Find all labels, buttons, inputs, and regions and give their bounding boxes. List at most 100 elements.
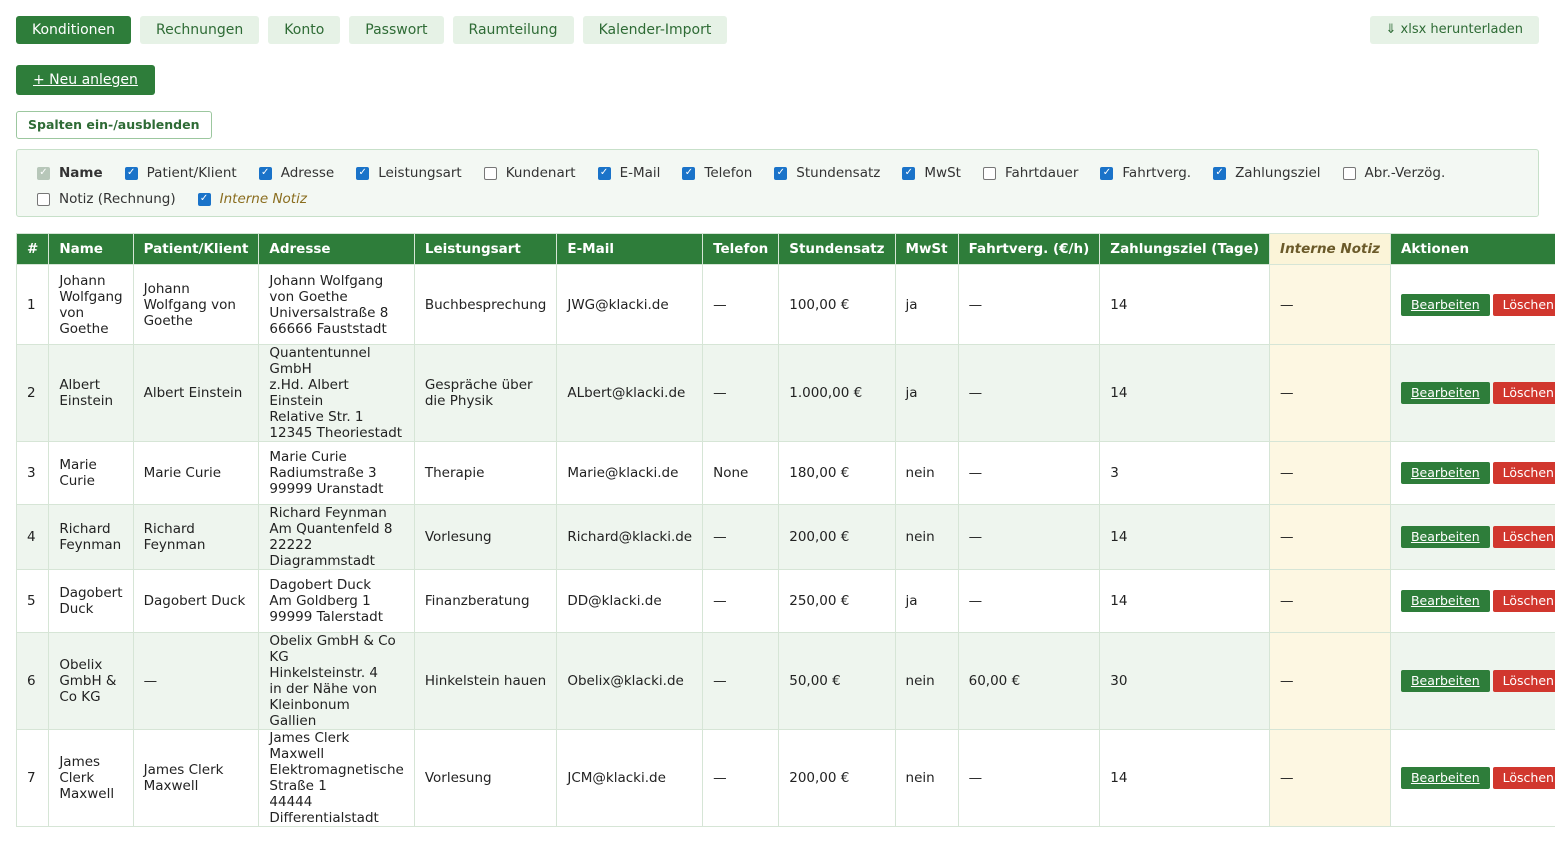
column-header-zahlungsziel-tage: Zahlungsziel (Tage)	[1100, 234, 1270, 265]
edit-button[interactable]: Bearbeiten	[1401, 526, 1490, 548]
checkbox-icon[interactable]	[983, 167, 996, 180]
column-option-fahrtdauer[interactable]: Fahrtdauer	[983, 165, 1078, 181]
toggle-columns-button[interactable]: Spalten ein-/ausblenden	[16, 111, 212, 139]
internal-note-cell: —	[1270, 442, 1391, 505]
checkbox-icon[interactable]: ✓	[1213, 167, 1226, 180]
column-option-label: Abr.-Verzög.	[1365, 165, 1446, 181]
new-entry-button[interactable]: + Neu anlegen	[16, 65, 155, 95]
delete-button[interactable]: Löschen	[1493, 767, 1555, 789]
payment-term-cell: 14	[1100, 570, 1270, 633]
checkbox-icon[interactable]: ✓	[198, 193, 211, 206]
vat-cell: ja	[895, 265, 958, 345]
column-option-fahrtverg[interactable]: ✓Fahrtverg.	[1100, 165, 1191, 181]
name-cell: Marie Curie	[49, 442, 133, 505]
address-line: Straße 1	[269, 778, 403, 794]
tab-passwort[interactable]: Passwort	[349, 16, 443, 44]
actions-cell: BearbeitenLöschen	[1390, 505, 1555, 570]
table-row: 1Johann Wolfgang von GoetheJohann Wolfga…	[17, 265, 1555, 345]
column-option-abr-verzög[interactable]: Abr.-Verzög.	[1343, 165, 1446, 181]
edit-button[interactable]: Bearbeiten	[1401, 767, 1490, 789]
address-line: 44444	[269, 794, 403, 810]
row-number: 2	[17, 345, 49, 442]
column-option-mwst[interactable]: ✓MwSt	[902, 165, 961, 181]
column-option-adresse[interactable]: ✓Adresse	[259, 165, 335, 181]
delete-button[interactable]: Löschen	[1493, 526, 1555, 548]
address-line: Am Goldberg 1	[269, 593, 403, 609]
checkbox-icon[interactable]: ✓	[356, 167, 369, 180]
payment-term-cell: 30	[1100, 633, 1270, 730]
rate-cell: 180,00 €	[779, 442, 895, 505]
column-header-nr: #	[17, 234, 49, 265]
column-option-notiz-rechnung[interactable]: Notiz (Rechnung)	[37, 191, 176, 207]
delete-button[interactable]: Löschen	[1493, 294, 1555, 316]
name-cell: Johann Wolfgang von Goethe	[49, 265, 133, 345]
column-option-zahlungsziel[interactable]: ✓ Zahlungsziel	[1213, 165, 1320, 181]
edit-button[interactable]: Bearbeiten	[1401, 462, 1490, 484]
column-header-interne-notiz: Interne Notiz	[1270, 234, 1391, 265]
checkbox-icon[interactable]: ✓	[125, 167, 138, 180]
internal-note-cell: —	[1270, 265, 1391, 345]
address-cell: Quantentunnel GmbHz.Hd. Albert EinsteinR…	[259, 345, 414, 442]
checkbox-icon[interactable]: ✓	[37, 167, 50, 180]
delete-button[interactable]: Löschen	[1493, 462, 1555, 484]
rate-cell: 1.000,00 €	[779, 345, 895, 442]
checkbox-icon[interactable]: ✓	[259, 167, 272, 180]
checkbox-icon[interactable]: ✓	[1100, 167, 1113, 180]
edit-button[interactable]: Bearbeiten	[1401, 294, 1490, 316]
column-option-telefon[interactable]: ✓Telefon	[682, 165, 752, 181]
client-cell: Dagobert Duck	[133, 570, 259, 633]
service-cell: Finanzberatung	[414, 570, 557, 633]
travel-cost-cell: —	[958, 730, 1100, 827]
tab-rechnungen[interactable]: Rechnungen	[140, 16, 259, 44]
vat-cell: ja	[895, 345, 958, 442]
payment-term-cell: 3	[1100, 442, 1270, 505]
tab-konditionen[interactable]: Konditionen	[16, 16, 131, 44]
address-line: 99999 Talerstadt	[269, 609, 403, 625]
column-option-leistungsart[interactable]: ✓Leistungsart	[356, 165, 462, 181]
tab-konto[interactable]: Konto	[268, 16, 340, 44]
edit-button[interactable]: Bearbeiten	[1401, 590, 1490, 612]
actions-cell: BearbeitenLöschen	[1390, 442, 1555, 505]
checkbox-icon[interactable]	[37, 193, 50, 206]
actions-cell: BearbeitenLöschen	[1390, 265, 1555, 345]
row-number: 7	[17, 730, 49, 827]
checkbox-icon[interactable]	[1343, 167, 1356, 180]
column-option-stundensatz[interactable]: ✓ Stundensatz	[774, 165, 880, 181]
service-cell: Vorlesung	[414, 505, 557, 570]
column-option-e-mail[interactable]: ✓E-Mail	[598, 165, 661, 181]
xlsx-download-button[interactable]: ⇓ xlsx herunterladen	[1370, 16, 1540, 44]
internal-note-cell: —	[1270, 633, 1391, 730]
column-option-patient-klient[interactable]: ✓Patient/Klient	[125, 165, 237, 181]
checkbox-icon[interactable]: ✓	[598, 167, 611, 180]
tab-kalender-import[interactable]: Kalender-Import	[583, 16, 728, 44]
edit-button[interactable]: Bearbeiten	[1401, 382, 1490, 404]
address-line: in der Nähe von	[269, 681, 403, 697]
address-line: Richard Feynman	[269, 505, 403, 521]
checkbox-icon[interactable]: ✓	[774, 167, 787, 180]
phone-cell: —	[703, 570, 779, 633]
row-number: 3	[17, 442, 49, 505]
column-option-kundenart[interactable]: Kundenart	[484, 165, 576, 181]
delete-button[interactable]: Löschen	[1493, 382, 1555, 404]
edit-button[interactable]: Bearbeiten	[1401, 670, 1490, 692]
delete-button[interactable]: Löschen	[1493, 590, 1555, 612]
checkbox-icon[interactable]	[484, 167, 497, 180]
checkbox-icon[interactable]: ✓	[902, 167, 915, 180]
column-option-label: Stundensatz	[796, 165, 880, 181]
column-option-name[interactable]: ✓Name	[37, 165, 103, 181]
column-option-interne-notiz[interactable]: ✓Interne Notiz	[198, 191, 307, 207]
email-cell: ALbert@klacki.de	[557, 345, 703, 442]
tab-raumteilung[interactable]: Raumteilung	[453, 16, 574, 44]
phone-cell: None	[703, 442, 779, 505]
checkbox-icon[interactable]: ✓	[682, 167, 695, 180]
address-cell: Obelix GmbH & Co KGHinkelsteinstr. 4in d…	[259, 633, 414, 730]
client-cell: Richard Feynman	[133, 505, 259, 570]
delete-button[interactable]: Löschen	[1493, 670, 1555, 692]
column-options-panel: ✓Name ✓Patient/Klient ✓Adresse ✓Leistungsar…	[16, 149, 1539, 217]
address-cell: Richard FeynmanAm Quantenfeld 822222 Dia…	[259, 505, 414, 570]
service-cell: Hinkelstein hauen	[414, 633, 557, 730]
travel-cost-cell: —	[958, 442, 1100, 505]
name-cell: James Clerk Maxwell	[49, 730, 133, 827]
column-option-label: Zahlungsziel	[1235, 165, 1320, 181]
email-cell: Marie@klacki.de	[557, 442, 703, 505]
